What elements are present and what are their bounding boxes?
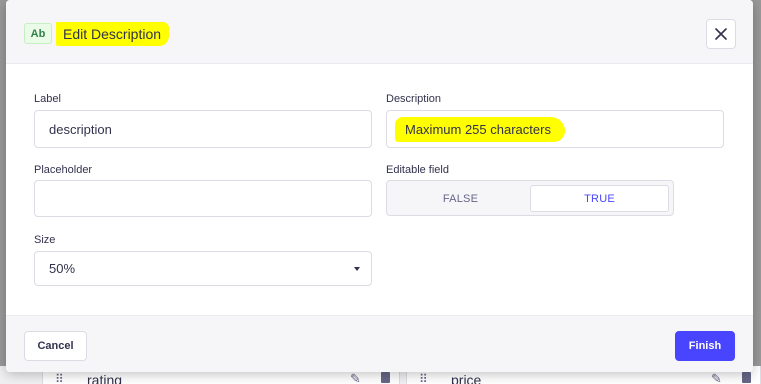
modal-header: Ab Edit Description <box>6 0 753 64</box>
drag-handle-icon[interactable]: ⠿ <box>419 372 428 384</box>
trash-icon[interactable] <box>742 372 751 383</box>
size-select-value: 50% <box>49 261 76 276</box>
edit-field-modal: Ab Edit Description Label description De… <box>6 0 753 372</box>
toggle-option-false[interactable]: FALSE <box>391 185 530 212</box>
toggle-option-true[interactable]: TRUE <box>530 185 669 212</box>
finish-button[interactable]: Finish <box>675 331 735 361</box>
size-field-label: Size <box>34 234 56 246</box>
modal-title: Edit Description <box>56 22 170 46</box>
pencil-icon[interactable]: ✎ <box>711 371 722 384</box>
description-input-value: Maximum 255 characters <box>395 116 565 142</box>
cancel-button[interactable]: Cancel <box>24 331 87 361</box>
background-card-label: price <box>451 372 482 384</box>
close-button[interactable] <box>706 19 736 49</box>
close-icon <box>715 28 727 40</box>
trash-icon[interactable] <box>381 372 390 383</box>
placeholder-input[interactable] <box>34 180 372 217</box>
modal-footer: Cancel Finish <box>6 315 753 372</box>
label-input[interactable]: description <box>34 110 372 148</box>
label-input-value: description <box>49 121 112 137</box>
size-select[interactable]: 50% <box>34 251 372 286</box>
placeholder-field-label: Placeholder <box>34 164 93 176</box>
background-card-label: rating <box>87 372 123 384</box>
drag-handle-icon[interactable]: ⠿ <box>55 372 64 384</box>
editable-field-label: Editable field <box>386 164 449 176</box>
description-input[interactable]: Maximum 255 characters <box>386 110 724 148</box>
description-field-label: Description <box>386 93 442 105</box>
editable-toggle: FALSE TRUE <box>386 180 674 216</box>
label-field-label: Label <box>34 93 61 105</box>
pencil-icon[interactable]: ✎ <box>350 371 361 384</box>
text-type-icon: Ab <box>24 23 52 44</box>
caret-down-icon <box>354 267 360 271</box>
